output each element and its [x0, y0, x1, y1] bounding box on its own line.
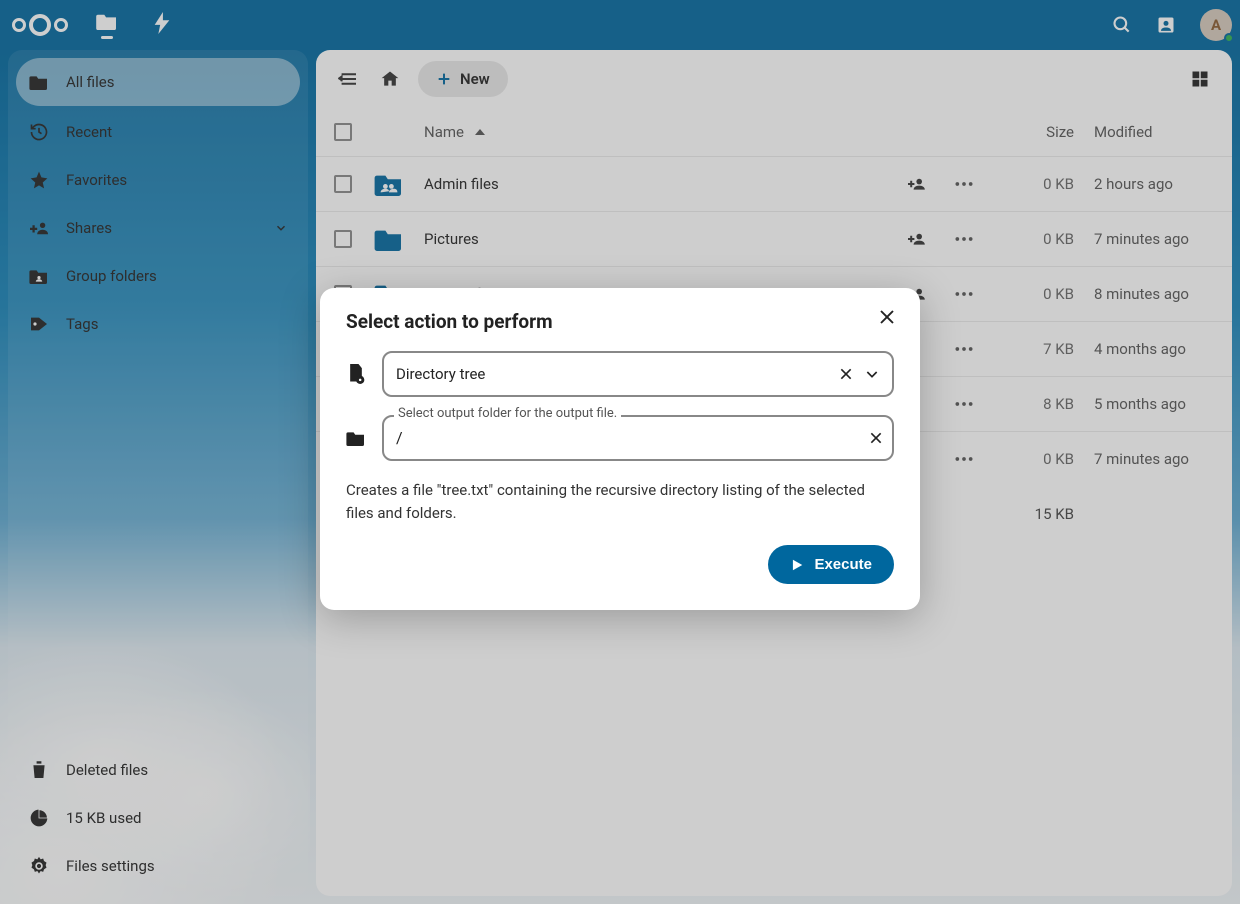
modal-overlay[interactable]: Select action to perform Directory tree …	[0, 0, 1240, 904]
action-select[interactable]: Directory tree	[382, 351, 894, 397]
clear-icon[interactable]	[868, 430, 884, 446]
close-button[interactable]	[872, 302, 902, 332]
action-modal: Select action to perform Directory tree …	[320, 288, 920, 611]
action-select-value: Directory tree	[396, 365, 485, 383]
chevron-down-icon[interactable]	[864, 366, 880, 382]
execute-button[interactable]: Execute	[768, 545, 894, 584]
output-folder-input[interactable]	[382, 415, 894, 461]
execute-label: Execute	[814, 556, 872, 573]
modal-title: Select action to perform	[346, 310, 894, 333]
folder-icon	[346, 430, 368, 446]
modal-description: Creates a file "tree.txt" containing the…	[346, 479, 894, 526]
output-folder-label: Select output folder for the output file…	[394, 406, 621, 421]
clear-icon[interactable]	[838, 366, 854, 382]
file-gear-icon	[346, 363, 368, 385]
